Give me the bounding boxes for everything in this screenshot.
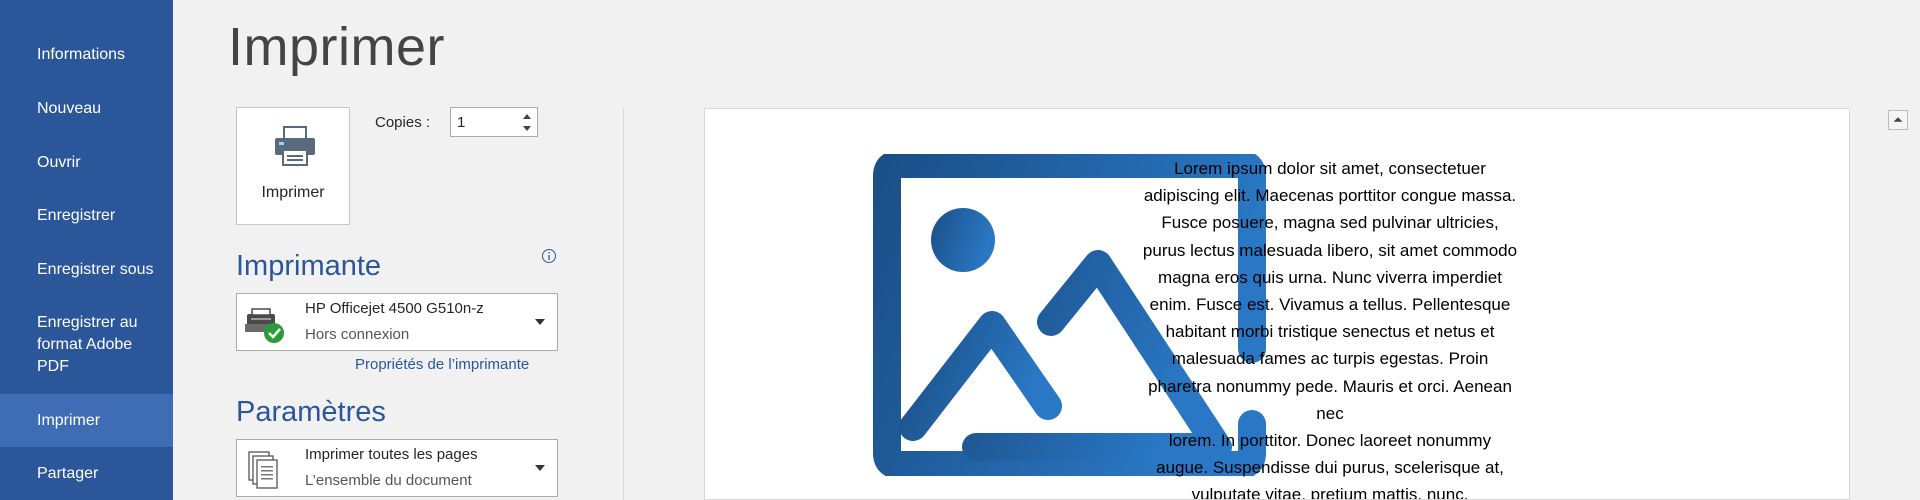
sidebar-item-imprimer[interactable]: Imprimer: [0, 394, 173, 447]
pages-option-description: L’ensemble du document: [305, 472, 472, 489]
sidebar-item-label: Imprimer: [37, 412, 101, 429]
info-icon[interactable]: [541, 248, 557, 264]
printer-ready-icon: [245, 308, 284, 343]
printer-properties-link[interactable]: Propriétés de l’imprimante: [355, 356, 529, 373]
sidebar-item-informations[interactable]: Informations: [0, 44, 173, 66]
copies-input[interactable]: [457, 112, 511, 132]
chevron-down-icon: [535, 319, 545, 325]
sidebar-item-label: Informations: [37, 46, 126, 63]
printer-section-title: Imprimante: [236, 250, 382, 282]
sidebar-item-label: Enregistrer sous: [37, 261, 154, 278]
sidebar-item-label: Partager: [37, 465, 99, 482]
sidebar-item-enregistrer[interactable]: Enregistrer: [0, 205, 173, 227]
print-button-label: Imprimer: [261, 184, 325, 201]
sidebar-item-partager[interactable]: Partager: [0, 463, 173, 485]
preview-scrollbar[interactable]: [1888, 108, 1910, 500]
printer-name: HP Officejet 4500 G510n-z: [305, 300, 484, 317]
chevron-down-icon: [535, 465, 545, 471]
copies-stepper: [450, 107, 538, 137]
preview-body-text: Lorem ipsum dolor sit amet, consectetuer…: [1142, 159, 1518, 500]
sidebar-item-enregistrer-sous[interactable]: Enregistrer sous: [0, 259, 173, 281]
sidebar-item-label: Enregistrer au format Adobe PDF: [37, 314, 138, 375]
increment-icon[interactable]: [520, 110, 534, 122]
sidebar-item-label: Ouvrir: [37, 154, 81, 171]
pages-icon: [248, 451, 278, 489]
copies-label: Copies :: [375, 114, 431, 131]
scroll-up-button[interactable]: [1888, 110, 1908, 130]
print-pages-dropdown[interactable]: Imprimer toutes les pages L’ensemble du …: [236, 439, 558, 497]
pane-divider: [623, 108, 624, 500]
chevron-up-icon: [1893, 117, 1903, 122]
sidebar-item-label: Enregistrer: [37, 207, 116, 224]
printer-icon: [275, 126, 315, 166]
page-title: Imprimer: [228, 17, 445, 77]
decrement-icon[interactable]: [520, 123, 534, 135]
sidebar-item-ouvrir[interactable]: Ouvrir: [0, 152, 173, 174]
sidebar-item-nouveau[interactable]: Nouveau: [0, 98, 173, 120]
backstage-sidebar: Informations Nouveau Ouvrir Enregistrer …: [0, 0, 173, 500]
printer-dropdown[interactable]: HP Officejet 4500 G510n-z Hors connexion: [236, 293, 558, 351]
sidebar-item-label: Nouveau: [37, 100, 102, 117]
print-button[interactable]: Imprimer: [236, 107, 350, 225]
settings-section-title: Paramètres: [236, 396, 386, 428]
pages-option: Imprimer toutes les pages: [305, 446, 478, 463]
sidebar-item-enregistrer-pdf[interactable]: Enregistrer au format Adobe PDF: [0, 312, 173, 378]
printer-status: Hors connexion: [305, 326, 410, 343]
print-preview-page: Lorem ipsum dolor sit amet, consectetuer…: [704, 108, 1850, 500]
